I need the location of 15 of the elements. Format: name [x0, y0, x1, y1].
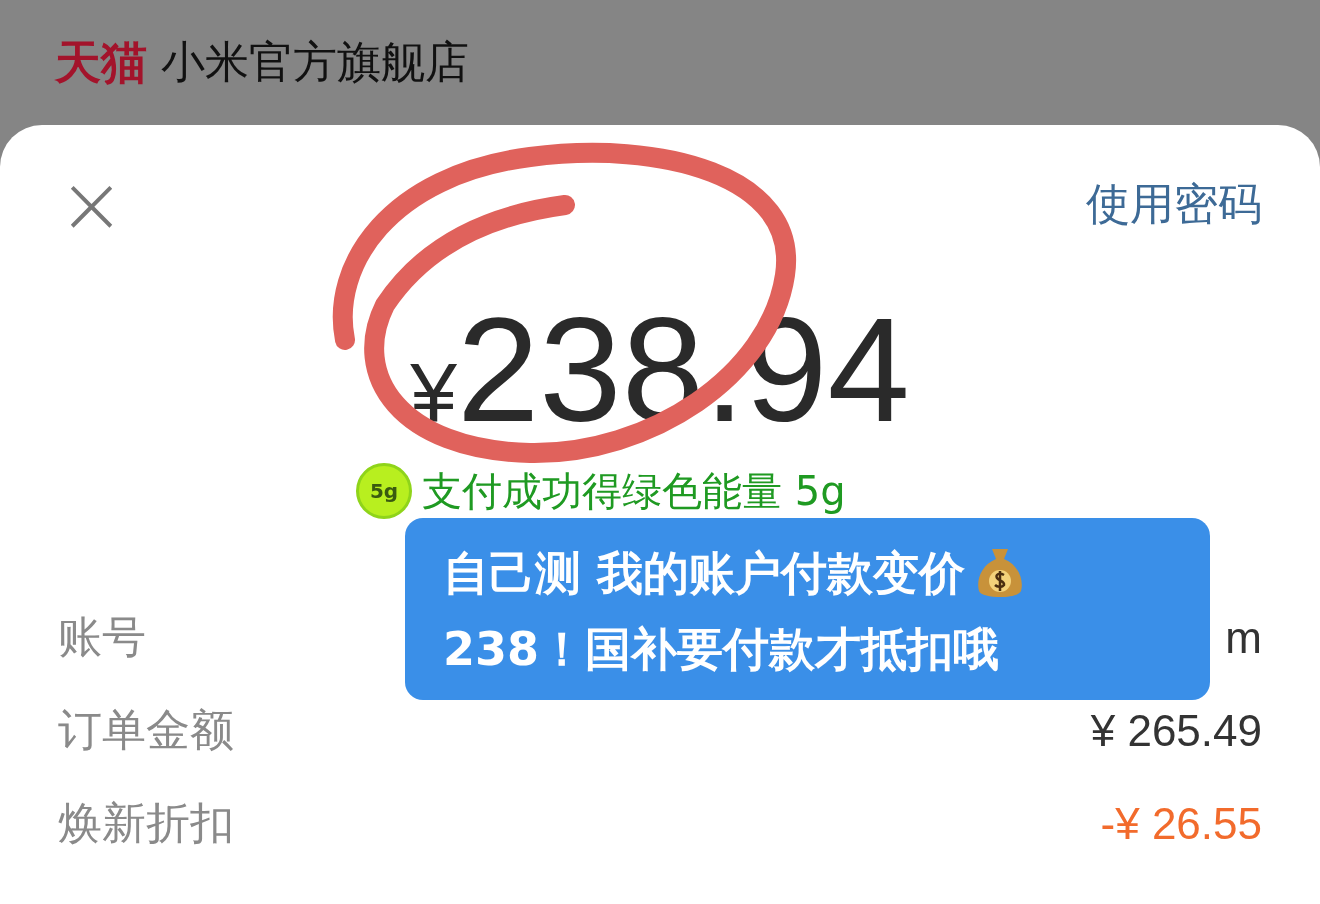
- store-name: 小米官方旗舰店: [161, 35, 469, 89]
- detail-label: 订单金额: [58, 703, 234, 757]
- sticker-text: 自己测 我的账户付款变价: [443, 545, 965, 602]
- detail-value: ¥ 265.49: [1090, 705, 1262, 756]
- energy-text: 支付成功得绿色能量 5g: [422, 466, 846, 516]
- detail-label: 焕新折扣: [58, 796, 234, 850]
- use-password-link[interactable]: 使用密码: [1086, 175, 1262, 234]
- detail-value: -¥ 26.55: [1100, 798, 1262, 849]
- detail-label: 账号: [58, 610, 146, 664]
- brand-logo: 天猫: [55, 33, 147, 91]
- sticker-text: 238！国补要付款才抵扣哦: [443, 621, 1000, 678]
- energy-badge: 5g: [356, 463, 412, 519]
- close-button[interactable]: ×: [58, 175, 126, 235]
- detail-value: m: [1225, 612, 1262, 663]
- currency-symbol: ¥: [410, 344, 457, 441]
